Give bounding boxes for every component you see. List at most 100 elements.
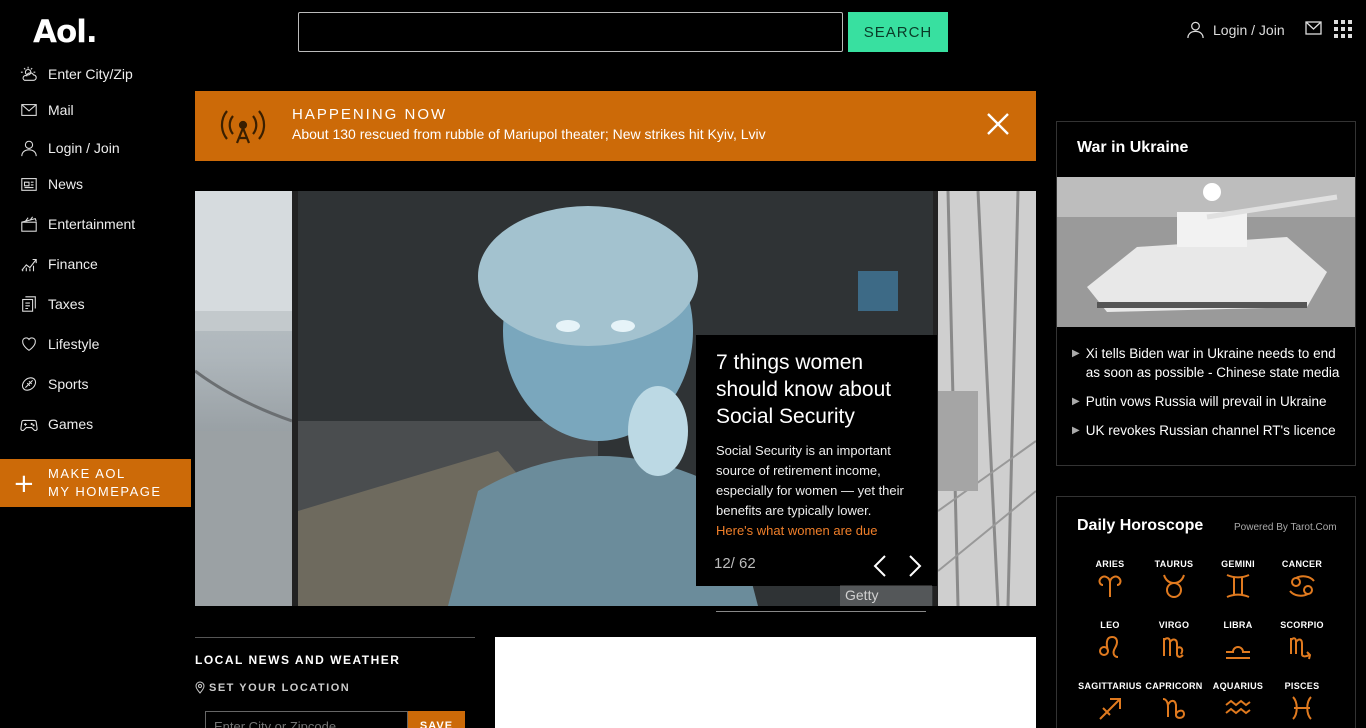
triangle-bullet-icon: ▶ — [1072, 348, 1080, 359]
user-icon — [1187, 21, 1204, 39]
sign-leo[interactable]: LEO — [1078, 620, 1142, 665]
sign-label: LEO — [1100, 620, 1120, 630]
sign-libra[interactable]: LIBRA — [1206, 620, 1270, 665]
triangle-bullet-icon: ▶ — [1072, 396, 1080, 407]
slide-read-more-link[interactable]: Here's what women are due — [716, 521, 917, 541]
sign-label: TAURUS — [1154, 559, 1194, 569]
ukraine-headline[interactable]: ▶ UK revokes Russian channel RT's licenc… — [1072, 421, 1347, 440]
war-in-ukraine-module: War in Ukraine ▶ Xi tells Biden war in U… — [1056, 121, 1356, 466]
mail-icon[interactable] — [1305, 21, 1322, 35]
sidebar-item-mail[interactable]: Mail — [20, 101, 74, 119]
sidebar-item-label: Sports — [48, 376, 89, 392]
zipcode-input[interactable] — [205, 711, 408, 728]
carousel-progress-line — [716, 611, 926, 612]
header-login-link[interactable]: Login / Join — [1186, 20, 1285, 39]
sign-cancer[interactable]: CANCER — [1270, 559, 1334, 604]
gemini-icon — [1226, 574, 1250, 598]
sidebar-item-label: Entertainment — [48, 216, 136, 232]
close-icon[interactable] — [985, 111, 1011, 137]
aol-logo[interactable]: Aol. — [33, 14, 98, 50]
previous-slide-image[interactable] — [195, 191, 293, 606]
sign-label: VIRGO — [1158, 620, 1190, 630]
ukraine-headline-text: Putin vows Russia will prevail in Ukrain… — [1085, 394, 1327, 409]
chevron-right-icon[interactable] — [907, 554, 923, 578]
slide-counter: 12/ 62 — [714, 555, 756, 572]
mail-icon — [21, 104, 37, 116]
broadcast-icon — [220, 110, 266, 144]
sidebar-item-games[interactable]: Games — [20, 415, 93, 433]
breaking-headline[interactable]: About 130 rescued from rubble of Mariupo… — [292, 126, 766, 142]
previous-slide-art — [195, 191, 293, 606]
sidebar-item-label: Enter City/Zip — [48, 66, 133, 82]
capricorn-icon — [1162, 698, 1186, 719]
breaking-news-banner[interactable]: HAPPENING NOW About 130 rescued from rub… — [195, 91, 1036, 161]
plus-icon: + — [13, 469, 35, 499]
sidebar-item-entertainment[interactable]: Entertainment — [20, 215, 135, 233]
heart-icon — [22, 337, 36, 351]
local-news-title: LOCAL NEWS AND WEATHER — [195, 653, 401, 667]
ukraine-headline[interactable]: ▶ Xi tells Biden war in Ukraine needs to… — [1072, 344, 1347, 382]
gamepad-icon — [20, 419, 38, 431]
sign-label: PISCES — [1284, 681, 1320, 691]
pisces-icon — [1292, 696, 1312, 720]
ukraine-headline[interactable]: ▶ Putin vows Russia will prevail in Ukra… — [1072, 392, 1347, 411]
slide-headline[interactable]: 7 things women should know about Social … — [716, 349, 917, 430]
sign-label: GEMINI — [1221, 559, 1255, 569]
sign-virgo[interactable]: VIRGO — [1142, 620, 1206, 665]
sign-scorpio[interactable]: SCORPIO — [1270, 620, 1334, 665]
cancer-icon — [1289, 575, 1315, 597]
news-carousel: 7 things women should know about Social … — [195, 191, 1036, 606]
search-button[interactable]: SEARCH — [848, 12, 948, 52]
header-login-label: Login / Join — [1213, 21, 1285, 38]
horoscope-title: Daily Horoscope — [1077, 517, 1204, 534]
set-location-text: SET YOUR LOCATION — [209, 681, 351, 694]
weather-icon — [20, 66, 37, 81]
sign-label: CAPRICORN — [1145, 681, 1203, 691]
search-input[interactable] — [298, 12, 843, 52]
sidebar-item-login[interactable]: Login / Join — [20, 139, 120, 157]
location-pin-icon — [195, 681, 205, 694]
sign-gemini[interactable]: GEMINI — [1206, 559, 1270, 604]
sign-aries[interactable]: ARIES — [1078, 559, 1142, 604]
sidebar-item-news[interactable]: News — [20, 175, 83, 193]
next-slide-image[interactable] — [937, 191, 1036, 606]
sidebar-item-weather[interactable]: Enter City/Zip — [20, 65, 133, 83]
apps-grid-icon[interactable] — [1334, 20, 1352, 38]
slide-caption[interactable]: 7 things women should know about Social … — [696, 335, 937, 586]
ball-icon — [21, 377, 37, 391]
chevron-left-icon[interactable] — [872, 554, 888, 578]
user-icon — [21, 140, 37, 157]
sign-label: LIBRA — [1223, 620, 1253, 630]
sidebar-item-sports[interactable]: Sports — [20, 375, 88, 393]
sign-capricorn[interactable]: CAPRICORN — [1142, 681, 1206, 726]
make-homepage-line2: MY HOMEPAGE — [48, 484, 162, 499]
sign-label: ARIES — [1095, 559, 1125, 569]
scorpio-icon — [1290, 637, 1312, 660]
make-homepage-line1: MAKE AOL — [48, 466, 126, 481]
sign-sagittarius[interactable]: SAGITTARIUS — [1078, 681, 1142, 726]
breaking-title: HAPPENING NOW — [292, 106, 448, 123]
ukraine-headline-text: Xi tells Biden war in Ukraine needs to e… — [1085, 346, 1340, 380]
make-homepage-button[interactable]: + MAKE AOL MY HOMEPAGE — [0, 459, 191, 507]
libra-icon — [1226, 646, 1250, 659]
advertisement-slot — [495, 637, 1036, 728]
next-slide-art — [937, 191, 1036, 606]
sign-pisces[interactable]: PISCES — [1270, 681, 1334, 726]
photo-credit: Getty Images — [840, 585, 932, 606]
sidebar-item-taxes[interactable]: Taxes — [20, 295, 85, 313]
set-location-label: SET YOUR LOCATION — [195, 681, 475, 694]
sidebar-item-lifestyle[interactable]: Lifestyle — [20, 335, 99, 353]
sagittarius-icon — [1099, 698, 1121, 720]
horoscope-powered-by[interactable]: Powered By Tarot.Com — [1234, 522, 1337, 533]
ukraine-tank-image[interactable] — [1057, 177, 1355, 327]
sign-taurus[interactable]: TAURUS — [1142, 559, 1206, 604]
sidebar-item-finance[interactable]: Finance — [20, 255, 98, 273]
save-location-button[interactable]: SAVE — [408, 711, 465, 728]
chart-icon — [21, 258, 37, 272]
sign-aquarius[interactable]: AQUARIUS — [1206, 681, 1270, 726]
ukraine-module-title[interactable]: War in Ukraine — [1077, 139, 1188, 157]
leo-icon — [1099, 635, 1119, 658]
make-homepage-label: MAKE AOL MY HOMEPAGE — [48, 465, 162, 501]
document-icon — [22, 296, 36, 312]
ukraine-headline-text: UK revokes Russian channel RT's licence — [1085, 423, 1336, 438]
